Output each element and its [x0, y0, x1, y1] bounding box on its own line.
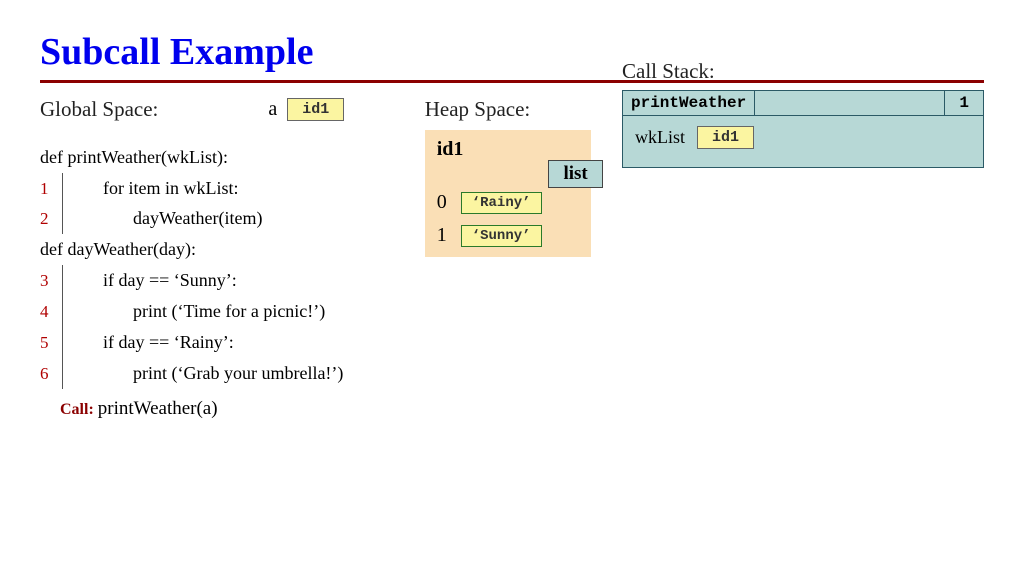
code-line-3: 3 if day == ‘Sunny’:: [40, 265, 425, 296]
global-space-label: Global Space:: [40, 97, 158, 122]
line-number: 6: [40, 360, 62, 389]
frame-var-name: wkList: [635, 127, 685, 148]
heap-object: id1 list 0 ‘Rainy’ 1 ‘Sunny’: [425, 130, 591, 257]
code-def-printweather: def printWeather(wkList):: [40, 142, 425, 173]
global-space-row: Global Space: a id1: [40, 97, 425, 122]
heap-index: 0: [433, 191, 451, 214]
line-number: 4: [40, 298, 62, 327]
line-number: 2: [40, 205, 62, 234]
code-line-5: 5 if day == ‘Rainy’:: [40, 327, 425, 358]
call-expression: printWeather(a): [98, 393, 218, 425]
heap-value: ‘Sunny’: [461, 225, 542, 247]
global-var-name: a: [268, 98, 277, 121]
left-column: Global Space: a id1 def printWeather(wkL…: [40, 97, 425, 425]
line-number: 3: [40, 267, 62, 296]
line-number: 5: [40, 329, 62, 358]
heap-space-label: Heap Space:: [425, 97, 622, 122]
heap-type-tag: list: [548, 160, 602, 188]
frame-var-ref: id1: [697, 126, 754, 149]
frame-header: printWeather 1: [623, 91, 983, 116]
heap-row: 1 ‘Sunny’: [433, 224, 583, 247]
content-columns: Global Space: a id1 def printWeather(wkL…: [40, 97, 984, 425]
global-var-ref: id1: [287, 98, 344, 121]
heap-object-id: id1: [433, 136, 583, 163]
code-call-line: Call: printWeather(a): [40, 393, 425, 425]
code-line-2: 2 dayWeather(item): [40, 203, 425, 234]
frame-current-line: 1: [944, 91, 983, 115]
heap-value: ‘Rainy’: [461, 192, 542, 214]
heap-index: 1: [433, 224, 451, 247]
stack-frame: printWeather 1 wkList id1: [622, 90, 984, 168]
heap-column: Heap Space: id1 list 0 ‘Rainy’ 1 ‘Sunny’: [425, 97, 622, 257]
code-line-4: 4 print (‘Time for a picnic!’): [40, 296, 425, 327]
code-line-1: 1 for item in wkList:: [40, 173, 425, 204]
callstack-column: Call Stack: printWeather 1 wkList id1: [622, 97, 984, 168]
heap-row: 0 ‘Rainy’: [433, 191, 583, 214]
frame-function-name: printWeather: [623, 91, 755, 115]
line-number: 1: [40, 175, 62, 204]
callstack-label: Call Stack:: [622, 59, 984, 84]
code-line-6: 6 print (‘Grab your umbrella!’): [40, 358, 425, 389]
code-block: def printWeather(wkList): 1 for item in …: [40, 142, 425, 425]
code-def-dayweather: def dayWeather(day):: [40, 234, 425, 265]
call-label: Call:: [60, 396, 94, 423]
frame-body: wkList id1: [623, 116, 983, 167]
